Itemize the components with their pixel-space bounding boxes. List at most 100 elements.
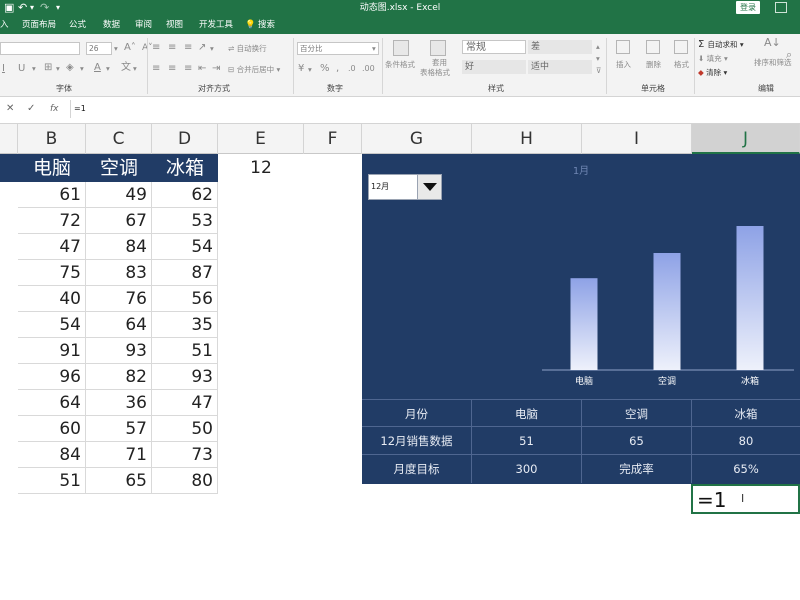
formula-input[interactable] bbox=[74, 102, 794, 116]
styles-scroll-down-icon[interactable]: ▾ bbox=[596, 54, 600, 64]
column-header-f[interactable]: F bbox=[304, 124, 362, 154]
font-color-icon[interactable]: A bbox=[94, 63, 101, 73]
cancel-icon[interactable]: ✕ bbox=[6, 103, 14, 115]
table-cell[interactable]: 57 bbox=[86, 416, 152, 442]
table-cell[interactable]: 35 bbox=[152, 312, 218, 338]
cell-style-bad[interactable]: 差 bbox=[528, 40, 592, 54]
table-cell[interactable]: 62 bbox=[152, 182, 218, 208]
tab-developer[interactable]: 开发工具 bbox=[199, 19, 233, 32]
clear-button[interactable]: ◆ 清除 ▾ bbox=[698, 68, 727, 78]
table-cell[interactable]: 54 bbox=[152, 234, 218, 260]
table-header-cell[interactable]: 电脑 bbox=[18, 154, 86, 182]
fill-color-dropdown-icon[interactable]: ▾ bbox=[80, 64, 84, 74]
column-header-i[interactable]: I bbox=[582, 124, 692, 154]
increase-decimal-icon[interactable]: .0 bbox=[348, 64, 356, 74]
styles-scroll-up-icon[interactable]: ▴ bbox=[596, 42, 600, 52]
table-cell[interactable]: 53 bbox=[152, 208, 218, 234]
active-cell[interactable]: =1 I bbox=[691, 484, 800, 514]
table-cell[interactable]: 50 bbox=[152, 416, 218, 442]
align-top-icon[interactable]: ≡ bbox=[152, 43, 160, 53]
number-format-dropdown-icon[interactable]: ▾ bbox=[372, 44, 376, 54]
column-header-c[interactable]: C bbox=[86, 124, 152, 154]
sort-filter-icon[interactable]: A↓ bbox=[764, 37, 781, 48]
table-cell[interactable]: 80 bbox=[152, 468, 218, 494]
stats-cell[interactable]: 完成率 bbox=[582, 455, 692, 483]
comma-style-icon[interactable]: , bbox=[336, 64, 339, 74]
table-header-cell[interactable]: 冰箱 bbox=[152, 154, 218, 182]
tab-formulas[interactable]: 公式 bbox=[69, 19, 86, 32]
column-header-e[interactable]: E bbox=[218, 124, 304, 154]
cell-style-neutral[interactable]: 适中 bbox=[528, 60, 592, 74]
currency-dropdown-icon[interactable]: ▾ bbox=[308, 65, 312, 75]
table-cell[interactable]: 51 bbox=[152, 338, 218, 364]
tab-page-layout[interactable]: 页面布局 bbox=[22, 19, 56, 32]
autosum-button[interactable]: Σ 自动求和 ▾ bbox=[698, 40, 744, 50]
stats-header-cell[interactable]: 冰箱 bbox=[692, 399, 800, 427]
chart-bar-0[interactable] bbox=[570, 278, 598, 370]
insert-function-icon[interactable]: fx bbox=[50, 103, 59, 115]
table-cell[interactable]: 40 bbox=[18, 286, 86, 312]
table-cell[interactable]: 49 bbox=[86, 182, 152, 208]
stats-header-cell[interactable]: 电脑 bbox=[472, 399, 582, 427]
merge-center-button[interactable]: ⊟ 合并后居中 ▾ bbox=[228, 65, 280, 75]
cell-style-normal[interactable]: 常规 bbox=[462, 40, 526, 54]
orientation-icon[interactable]: ↗ bbox=[198, 43, 206, 53]
align-center-icon[interactable]: ≡ bbox=[168, 64, 176, 74]
font-size-select[interactable]: 26 bbox=[86, 42, 112, 55]
table-cell[interactable]: 91 bbox=[18, 338, 86, 364]
format-cells-button[interactable]: 格式 bbox=[668, 38, 694, 80]
font-size-dropdown-icon[interactable]: ▾ bbox=[114, 44, 118, 54]
table-cell[interactable]: 93 bbox=[86, 338, 152, 364]
increase-indent-icon[interactable]: ⇥ bbox=[212, 64, 220, 74]
decrease-indent-icon[interactable]: ⇤ bbox=[198, 64, 206, 74]
table-cell[interactable]: 72 bbox=[18, 208, 86, 234]
font-name-select[interactable] bbox=[0, 42, 80, 55]
underline-dropdown-icon[interactable]: ▾ bbox=[32, 64, 36, 74]
stats-cell[interactable]: 80 bbox=[692, 427, 800, 455]
fill-color-icon[interactable]: ◈ bbox=[66, 63, 74, 73]
find-select-icon[interactable]: ⌕ bbox=[786, 49, 792, 60]
fill-button[interactable]: ⬇ 填充 ▾ bbox=[698, 54, 728, 64]
increase-font-icon[interactable]: A˄ bbox=[124, 43, 136, 53]
number-format-select[interactable]: 百分比 bbox=[297, 42, 379, 55]
enter-icon[interactable]: ✓ bbox=[27, 103, 35, 115]
tab-view[interactable]: 视图 bbox=[166, 19, 183, 32]
table-cell[interactable]: 47 bbox=[18, 234, 86, 260]
table-cell[interactable]: 93 bbox=[152, 364, 218, 390]
tab-insert[interactable]: 入 bbox=[0, 19, 9, 32]
stats-cell[interactable]: 月度目标 bbox=[362, 455, 472, 483]
stats-header-cell[interactable]: 月份 bbox=[362, 399, 472, 427]
column-header-j[interactable]: J bbox=[692, 124, 800, 154]
phonetic-dropdown-icon[interactable]: ▾ bbox=[133, 64, 137, 74]
styles-more-icon[interactable]: ⊽ bbox=[596, 66, 602, 76]
row-header-corner[interactable] bbox=[0, 124, 18, 154]
currency-icon[interactable]: ¥ bbox=[298, 64, 304, 74]
table-cell[interactable]: 73 bbox=[152, 442, 218, 468]
underline-icon[interactable]: I bbox=[2, 64, 5, 74]
delete-cells-button[interactable]: 删除 bbox=[640, 38, 668, 80]
table-cell[interactable]: 87 bbox=[152, 260, 218, 286]
chart-panel[interactable]: 电脑 空调 冰箱 1月 12月 月份 电脑 空调 冰箱 12月销售数据 51 65 … bbox=[362, 154, 800, 484]
align-left-icon[interactable]: ≡ bbox=[152, 64, 160, 74]
insert-cells-button[interactable]: 插入 bbox=[610, 38, 638, 80]
stats-cell[interactable]: 12月销售数据 bbox=[362, 427, 472, 455]
table-cell[interactable]: 96 bbox=[18, 364, 86, 390]
login-button[interactable]: 登录 bbox=[736, 1, 760, 14]
cell-e-value[interactable]: 12 bbox=[218, 154, 304, 182]
table-cell[interactable]: 60 bbox=[18, 416, 86, 442]
chart-bar-1[interactable] bbox=[653, 253, 681, 370]
table-cell[interactable]: 54 bbox=[18, 312, 86, 338]
table-cell[interactable]: 56 bbox=[152, 286, 218, 312]
phonetic-icon[interactable]: 文 bbox=[121, 63, 131, 73]
table-cell[interactable]: 64 bbox=[18, 390, 86, 416]
borders-dropdown-icon[interactable]: ▾ bbox=[56, 64, 60, 74]
decrease-decimal-icon[interactable]: .00 bbox=[362, 64, 375, 74]
ribbon-display-options-icon[interactable] bbox=[775, 2, 787, 13]
align-bottom-icon[interactable]: ≡ bbox=[184, 43, 192, 53]
chevron-down-icon[interactable] bbox=[417, 175, 441, 199]
align-middle-icon[interactable]: ≡ bbox=[168, 43, 176, 53]
chart-bar-2[interactable] bbox=[736, 226, 764, 370]
format-as-table-button[interactable]: 套用 表格格式 bbox=[420, 38, 458, 80]
table-cell[interactable]: 75 bbox=[18, 260, 86, 286]
stats-header-cell[interactable]: 空调 bbox=[582, 399, 692, 427]
